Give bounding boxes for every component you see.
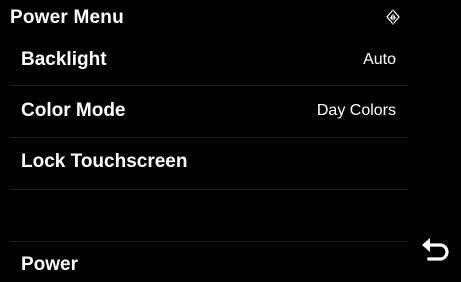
menu-item-label: Power (21, 254, 79, 275)
menu-item-color-mode[interactable]: Color Mode Day Colors (6, 86, 409, 136)
menu-item-empty[interactable] (6, 190, 409, 240)
page-title: Power Menu (10, 7, 124, 28)
title-bar: Power Menu (0, 0, 461, 34)
menu-item-value: Auto (363, 51, 396, 68)
menu-item-lock-touchscreen[interactable]: Lock Touchscreen (6, 138, 409, 188)
gps-compass-icon (386, 9, 400, 25)
menu-item-power[interactable]: Power (6, 242, 409, 282)
back-arrow-icon[interactable] (418, 231, 454, 267)
menu-item-label: Lock Touchscreen (21, 151, 188, 172)
menu-item-label: Color Mode (21, 100, 126, 121)
menu-item-label: Backlight (21, 49, 107, 70)
power-menu-list: Backlight Auto Color Mode Day Colors Loc… (6, 34, 409, 282)
menu-item-value: Day Colors (316, 102, 396, 119)
menu-item-backlight[interactable]: Backlight Auto (6, 34, 409, 84)
